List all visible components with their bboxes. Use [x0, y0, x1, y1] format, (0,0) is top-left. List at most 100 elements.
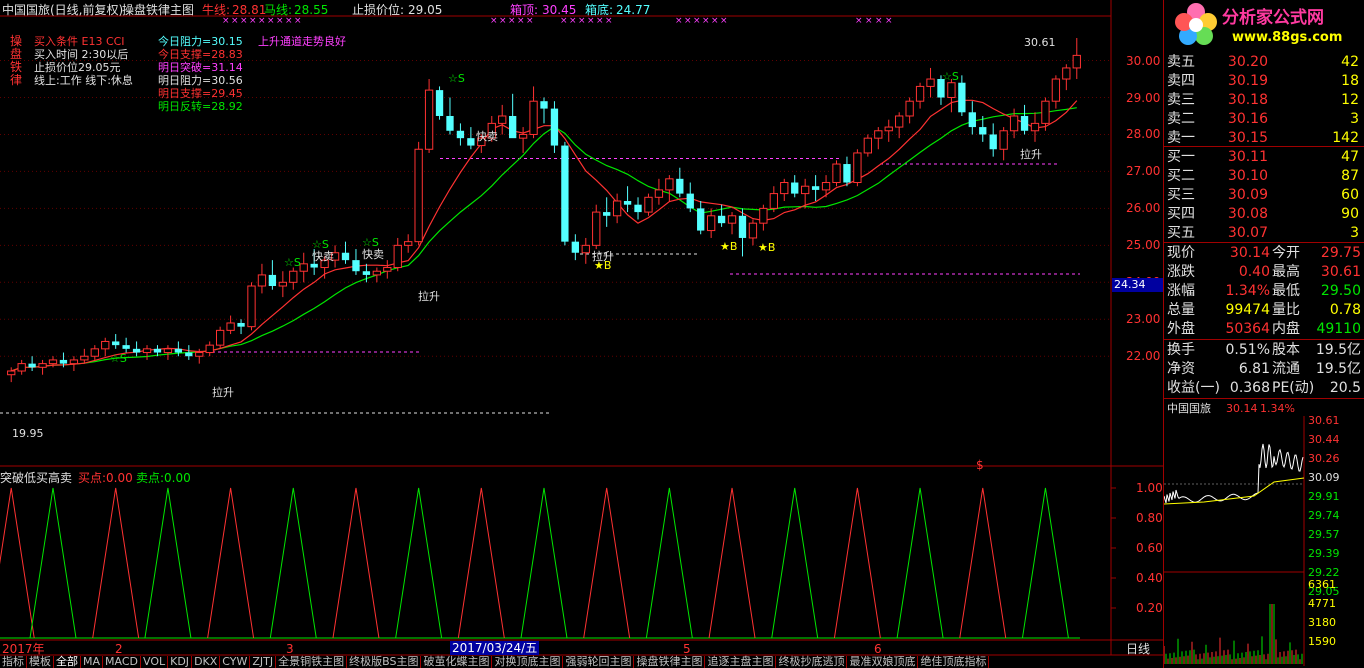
x-marker: ×: [720, 16, 728, 26]
level-today-support: 今日支撑=28.83: [158, 48, 243, 61]
stat-key: 涨跌: [1167, 264, 1195, 280]
bid-price: 30.10: [1227, 168, 1268, 184]
candle: [372, 267, 382, 283]
indicator-tab[interactable]: 操盘铁律主图: [634, 656, 706, 668]
candle-body: [237, 322, 245, 327]
candle-body: [989, 134, 997, 150]
candle-body: [498, 115, 507, 124]
x-marker: ×: [693, 16, 701, 26]
candle-body: [90, 348, 99, 357]
stat-key: 换手: [1167, 342, 1195, 358]
ma-value: 28.55: [294, 3, 329, 17]
candle-body: [843, 164, 851, 183]
candle-body: [122, 345, 130, 349]
indicator-tab[interactable]: DKX: [192, 656, 221, 668]
price-axis-label: 30.00: [1126, 53, 1161, 68]
x-marker: ×: [702, 16, 710, 26]
stat-key: 流通: [1272, 361, 1300, 377]
candle: [17, 359, 26, 375]
ask-row: 卖三 30.18 12: [1164, 90, 1364, 110]
indicator-tab[interactable]: 追逐主盘主图: [705, 656, 777, 668]
indicator-tab[interactable]: ZJTJ: [250, 656, 277, 668]
candle: [947, 79, 956, 113]
candle-body: [697, 208, 705, 231]
candle-body: [393, 244, 402, 269]
signal-peak: [144, 487, 192, 639]
candle: [968, 101, 976, 135]
candle-body: [686, 193, 694, 209]
s-marker: ☆S: [942, 70, 959, 83]
ask-volume: 3: [1350, 111, 1359, 127]
brand-banner: 分析家公式网 www.88gs.com: [1164, 0, 1364, 52]
indicator-tab[interactable]: KDJ: [168, 656, 193, 668]
indicator-tab[interactable]: 对换顶底主图: [492, 656, 564, 668]
indicator-tab[interactable]: 模板: [27, 656, 54, 668]
indicator-tab[interactable]: 破茧化蝶主图: [421, 656, 493, 668]
candle: [1020, 104, 1029, 135]
level-tomorrow-breakout: 明日突破=31.14: [158, 61, 243, 74]
candle: [843, 156, 851, 187]
candle-body: [665, 178, 674, 191]
indicator-tab[interactable]: CYW: [220, 656, 251, 668]
candle-body: [215, 329, 225, 346]
quote-panel: 分析家公式网 www.88gs.com 卖五 30.20 42 卖四 30.19 18 卖三…: [1163, 0, 1364, 668]
candle-body: [247, 285, 256, 328]
indicator-tab[interactable]: 强弱轮回主图: [563, 656, 635, 668]
indicator-tab[interactable]: MACD: [103, 656, 141, 668]
bid-price: 30.11: [1227, 149, 1268, 165]
indicator-tab[interactable]: MA: [81, 656, 104, 668]
lower-axis-label: 0.60: [1136, 541, 1163, 555]
candle-body: [80, 355, 89, 361]
candle: [28, 356, 36, 372]
candle-body: [634, 204, 642, 213]
signal-peak: [520, 487, 568, 639]
candle: [791, 175, 799, 198]
stat-key: 总量: [1167, 302, 1195, 318]
mini-chart-pct: 1.34%: [1260, 402, 1295, 415]
indicator-tab[interactable]: 全景铜铁主图: [276, 656, 348, 668]
candle: [989, 123, 997, 157]
candle-body: [153, 348, 162, 353]
date-month: 3: [286, 642, 294, 656]
box-bottom-label: 箱底:: [585, 3, 614, 17]
candle: [581, 237, 590, 264]
x-marker: ×: [569, 16, 577, 26]
brand-url[interactable]: www.88gs.com: [1232, 31, 1342, 45]
x-marker: ×: [560, 16, 568, 26]
indicator-tab[interactable]: 终极版BS主图: [347, 656, 422, 668]
candle-body: [1041, 100, 1050, 124]
candle-body: [561, 145, 569, 242]
period-label[interactable]: 日线: [1126, 642, 1150, 656]
stat-row: 涨幅 1.34% 最低 29.50: [1164, 282, 1364, 301]
signal-peak: [959, 487, 1007, 639]
x-marker: ×: [508, 16, 516, 26]
x-marker: ×: [285, 16, 293, 26]
ask-price: 30.15: [1227, 130, 1268, 146]
buy-point-value: 0.00: [106, 471, 133, 485]
ma-red-line: [11, 99, 1078, 372]
x-marker: ×: [875, 16, 883, 26]
signal-peak: [92, 487, 140, 639]
candle: [498, 104, 507, 135]
indicator-tab[interactable]: 绝佳顶底指标: [918, 656, 990, 668]
indicator-tab[interactable]: 指标: [0, 656, 27, 668]
stock-title: 中国国旅(日线,前复权): [2, 3, 124, 17]
s-marker: ☆S: [284, 256, 301, 269]
stat-value: 30.61: [1320, 264, 1361, 280]
candle-body: [571, 241, 579, 253]
intraday-mini-chart[interactable]: [1164, 416, 1314, 666]
candle-body: [832, 163, 841, 184]
candle-body: [791, 182, 799, 194]
candle: [676, 167, 684, 198]
ask-row: 卖四 30.19 18: [1164, 71, 1364, 91]
candle-body: [163, 348, 173, 354]
candle-body: [289, 270, 298, 283]
indicator-tab[interactable]: 全部: [54, 656, 81, 668]
s-marker: ☆S: [448, 72, 465, 85]
date-month: 5: [683, 642, 691, 656]
indicator-tab[interactable]: 最准双娘顶底: [847, 656, 919, 668]
indicator-tab[interactable]: 终极抄底逃顶: [776, 656, 848, 668]
indicator-tab[interactable]: VOL: [141, 656, 169, 668]
candle-body: [759, 207, 768, 224]
candle: [1062, 64, 1071, 91]
